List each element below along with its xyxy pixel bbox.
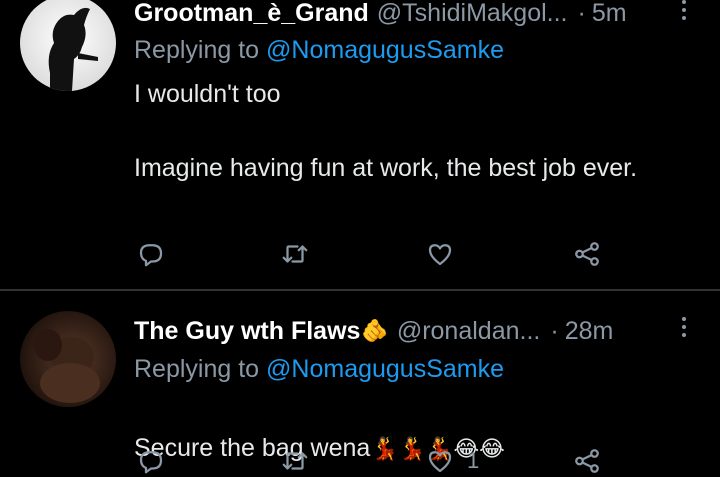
retweet-icon [282,452,308,470]
handle[interactable]: @ronaldan... [397,317,541,346]
share-button[interactable] [572,238,614,270]
reply-icon [139,451,163,474]
mention-link[interactable]: @NomagugusSamke [266,36,504,64]
tweet-text: I wouldn't too Imagine having fun at wor… [134,80,638,182]
share-icon [575,242,599,266]
share-button[interactable] [572,445,614,477]
tweet-header: Grootman_è_Grand @TshidiMakgol... · 5m [134,0,627,28]
display-name[interactable]: The Guy wth Flaws [134,317,360,346]
tweet-2[interactable]: The Guy wth Flaws 🫵 @ronaldan... · 28m Re… [0,291,720,474]
retweet-icon [282,245,308,263]
separator: · [577,0,586,27]
share-icon [575,449,599,473]
handle[interactable]: @TshidiMakgol... [377,0,568,28]
action-bar: 1 [134,445,614,477]
separator: · [550,316,559,345]
timestamp[interactable]: 28m [565,317,614,346]
avatar[interactable] [20,311,116,407]
name-emoji: 🫵 [361,318,389,343]
action-bar [134,238,614,270]
reply-button[interactable] [136,238,178,270]
replying-to: Replying to @NomagugusSamke [134,36,504,65]
replying-prefix: Replying to [134,36,267,64]
replying-prefix: Replying to [134,355,267,383]
mention-link[interactable]: @NomagugusSamke [266,355,504,383]
avatar[interactable] [20,0,116,91]
retweet-button[interactable] [280,238,322,270]
more-icon[interactable] [680,0,688,24]
like-button[interactable] [425,238,467,270]
timestamp[interactable]: 5m [592,0,627,28]
reply-icon [139,244,163,267]
tweet-header: The Guy wth Flaws 🫵 @ronaldan... · 28m [134,316,613,346]
reply-button[interactable] [136,445,178,477]
like-icon [428,244,452,266]
like-icon [428,451,452,473]
more-icon[interactable] [680,315,688,341]
like-button[interactable]: 1 [425,445,479,477]
like-count: 1 [467,448,480,473]
replying-to: Replying to @NomagugusSamke [134,355,504,384]
retweet-button[interactable] [280,445,322,477]
tweet-1[interactable]: Grootman_è_Grand @TshidiMakgol... · 5m R… [0,0,720,290]
display-name[interactable]: Grootman_è_Grand [134,0,369,28]
